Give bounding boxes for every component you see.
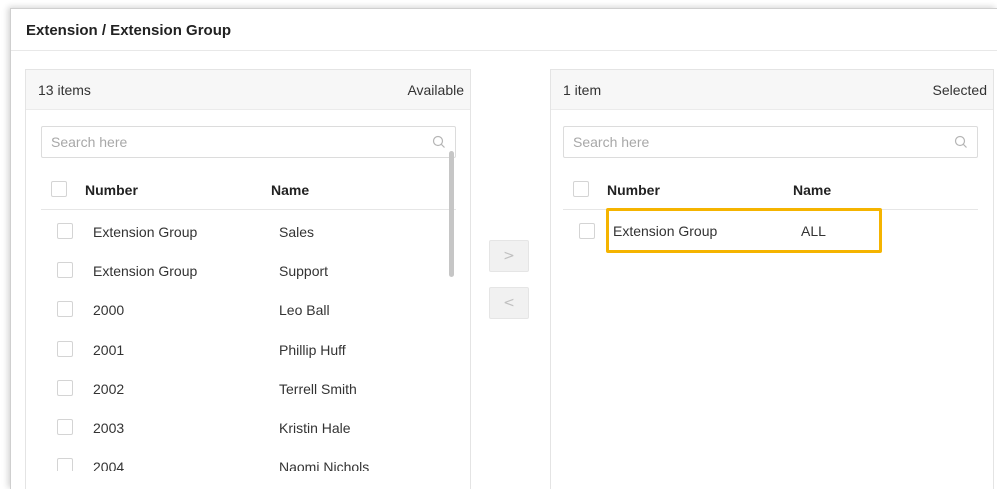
selected-label: Selected [932, 82, 987, 98]
row-number: 2000 [93, 302, 125, 318]
dialog-header: Extension / Extension Group [11, 9, 997, 51]
selected-select-all-checkbox[interactable] [573, 181, 589, 197]
available-panel-header: 13 items Available [26, 70, 470, 110]
row-checkbox[interactable] [57, 223, 73, 239]
row-checkbox[interactable] [57, 419, 73, 435]
row-name: Terrell Smith [279, 381, 357, 397]
selected-search [563, 126, 978, 158]
list-item[interactable]: 2002 Terrell Smith [41, 368, 456, 408]
row-name: Phillip Huff [279, 342, 346, 358]
available-panel: 13 items Available Number Name Extension… [25, 69, 471, 489]
row-number: 2002 [93, 381, 125, 397]
column-header-name: Name [271, 182, 310, 198]
search-icon [432, 135, 445, 148]
selected-table-header: Number Name [563, 170, 978, 210]
list-item[interactable]: Extension Group Support [41, 250, 456, 290]
selected-search-input[interactable] [564, 127, 977, 157]
row-checkbox[interactable] [57, 341, 73, 357]
selected-panel: 1 item Selected Number Name Extension Gr… [550, 69, 994, 489]
list-item[interactable]: 2000 Leo Ball [41, 289, 456, 329]
selected-panel-header: 1 item Selected [551, 70, 993, 110]
row-checkbox[interactable] [57, 262, 73, 278]
available-select-all-checkbox[interactable] [51, 181, 67, 197]
row-number: Extension Group [93, 224, 198, 240]
row-number: Extension Group [613, 223, 718, 239]
available-list: Extension Group Sales Extension Group Su… [41, 211, 456, 471]
row-name: Naomi Nichols [279, 459, 370, 471]
row-name: Support [279, 263, 329, 279]
available-search [41, 126, 456, 158]
list-item[interactable]: 2004 Naomi Nichols [41, 446, 456, 471]
column-header-number: Number [607, 182, 660, 198]
move-right-button[interactable]: > [489, 240, 529, 272]
row-number: 2004 [93, 459, 125, 471]
selected-count: 1 item [563, 82, 602, 98]
row-number: 2001 [93, 342, 125, 358]
row-number: Extension Group [93, 263, 198, 279]
available-label: Available [407, 82, 464, 98]
transfer-dialog: Extension / Extension Group 13 items Ava… [10, 8, 997, 489]
row-name: Sales [279, 224, 315, 240]
available-count: 13 items [38, 82, 91, 98]
available-table-header: Number Name [41, 170, 456, 210]
row-name: Kristin Hale [279, 420, 351, 436]
row-checkbox[interactable] [57, 458, 73, 471]
available-scrollbar[interactable] [449, 151, 454, 277]
selected-list: Extension Group ALL [563, 211, 978, 471]
row-name: ALL [801, 223, 826, 239]
list-item[interactable]: Extension Group Sales [41, 211, 456, 251]
list-item[interactable]: 2001 Phillip Huff [41, 329, 456, 369]
row-number: 2003 [93, 420, 125, 436]
list-item[interactable]: Extension Group ALL [563, 211, 978, 251]
row-checkbox[interactable] [57, 301, 73, 317]
row-name: Leo Ball [279, 302, 330, 318]
search-icon [954, 135, 967, 148]
row-checkbox[interactable] [57, 380, 73, 396]
column-header-name: Name [793, 182, 832, 198]
dialog-title: Extension / Extension Group [26, 22, 232, 39]
row-checkbox[interactable] [579, 223, 595, 239]
available-search-input[interactable] [42, 127, 455, 157]
list-item[interactable]: 2003 Kristin Hale [41, 407, 456, 447]
column-header-number: Number [85, 182, 138, 198]
move-left-button[interactable]: < [489, 287, 529, 319]
